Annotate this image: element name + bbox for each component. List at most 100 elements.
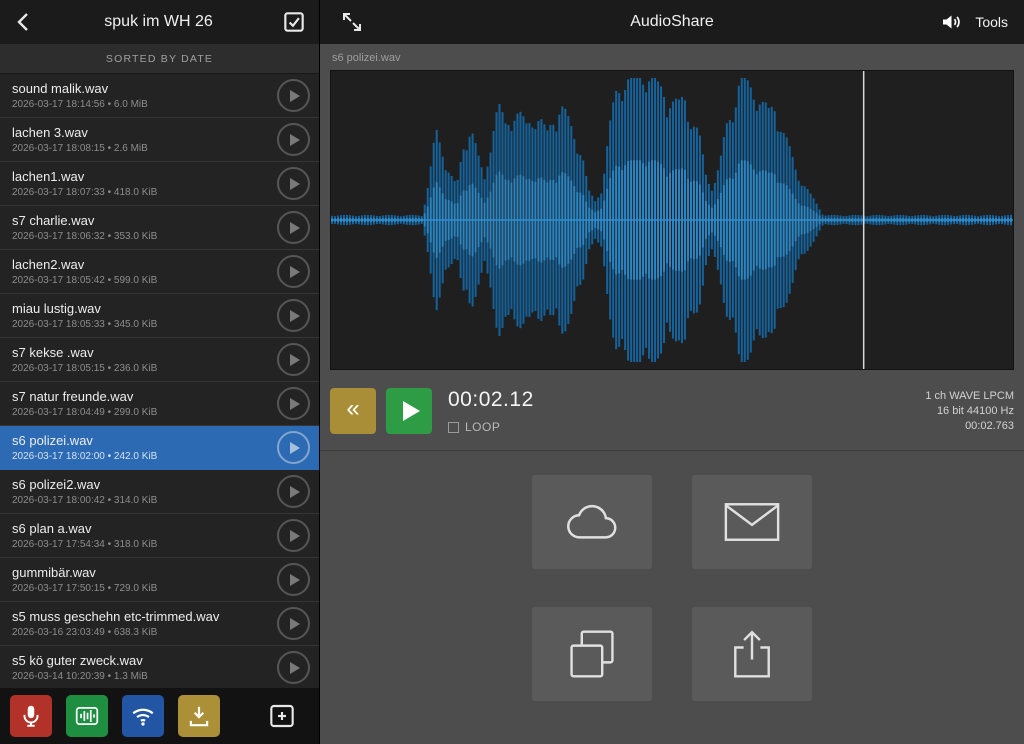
tools-button[interactable]: Tools xyxy=(975,14,1008,30)
file-row[interactable]: s7 natur freunde.wav 2026-03-17 18:04:49 … xyxy=(0,382,319,426)
file-row[interactable]: s6 plan a.wav 2026-03-17 17:54:34 • 318.0… xyxy=(0,514,319,558)
file-row[interactable]: s5 muss geschehn etc-trimmed.wav2026-03-… xyxy=(0,602,319,646)
file-texts: lachen1.wav2026-03-17 18:07:33 • 418.0 K… xyxy=(12,169,277,198)
file-texts: gummibär.wav2026-03-17 17:50:15 • 729.0 … xyxy=(12,565,277,594)
new-folder-button[interactable] xyxy=(261,695,303,737)
file-row[interactable]: s7 kekse .wav2026-03-17 18:05:15 • 236.0… xyxy=(0,338,319,382)
back-button[interactable] xyxy=(12,10,36,34)
file-meta: 2026-03-17 18:05:33 • 345.0 KiB xyxy=(12,319,277,330)
play-icon xyxy=(290,398,300,410)
file-row[interactable]: lachen2.wav2026-03-17 18:05:42 • 599.0 K… xyxy=(0,250,319,294)
envelope-icon xyxy=(724,502,780,542)
file-texts: s6 polizei2.wav2026-03-17 18:00:42 • 314… xyxy=(12,477,277,506)
file-row[interactable]: lachen1.wav2026-03-17 18:07:33 • 418.0 K… xyxy=(0,162,319,206)
file-meta: 2026-03-14 10:20:39 • 1.3 MiB xyxy=(12,671,277,682)
file-row[interactable]: lachen 3.wav 2026-03-17 18:08:15 • 2.6 Mi… xyxy=(0,118,319,162)
row-play-button[interactable] xyxy=(277,343,310,376)
file-meta: 2026-03-17 18:00:42 • 314.0 KiB xyxy=(12,495,277,506)
file-row[interactable]: s6 polizei.wav2026-03-17 18:02:00 • 242.… xyxy=(0,426,319,470)
row-play-button[interactable] xyxy=(277,651,310,684)
rewind-button[interactable]: « xyxy=(330,388,376,434)
current-filename: s6 polizei.wav xyxy=(332,52,1014,64)
share-export-button[interactable] xyxy=(692,607,812,701)
file-meta: 2026-03-17 17:54:34 • 318.0 KiB xyxy=(12,539,277,550)
row-play-button[interactable] xyxy=(277,211,310,244)
sidebar: spuk im WH 26 SORTED BY DATE sound malik… xyxy=(0,0,320,744)
share-copy-button[interactable] xyxy=(532,607,652,701)
file-name: s6 plan a.wav xyxy=(12,521,277,536)
play-icon xyxy=(290,178,300,190)
row-play-button[interactable] xyxy=(277,607,310,640)
sort-label: SORTED BY DATE xyxy=(106,53,213,65)
fullscreen-button[interactable] xyxy=(340,10,364,34)
file-name: sound malik.wav xyxy=(12,81,277,96)
waveform-display[interactable] xyxy=(330,70,1014,370)
file-name: s6 polizei.wav xyxy=(12,433,277,448)
row-play-button[interactable] xyxy=(277,123,310,156)
file-meta: 2026-03-17 18:08:15 • 2.6 MiB xyxy=(12,143,277,154)
header-right-group: Tools xyxy=(939,0,1008,44)
file-row[interactable]: gummibär.wav2026-03-17 17:50:15 • 729.0 … xyxy=(0,558,319,602)
file-texts: s5 kö guter zweck.wav2026-03-14 10:20:39… xyxy=(12,653,277,682)
play-icon xyxy=(403,401,420,421)
row-play-button[interactable] xyxy=(277,563,310,596)
playhead xyxy=(863,71,864,369)
row-play-button[interactable] xyxy=(277,431,310,464)
transport-bar: « 00:02.12 LOOP 1 ch WAVE LPCM 16 bit 44… xyxy=(330,388,1014,434)
format-channels: 1 ch WAVE LPCM xyxy=(925,389,1014,404)
loop-checkbox[interactable]: LOOP xyxy=(448,420,534,434)
file-texts: s6 plan a.wav 2026-03-17 17:54:34 • 318.0… xyxy=(12,521,277,550)
file-row[interactable]: s7 charlie.wav2026-03-17 18:06:32 • 353.… xyxy=(0,206,319,250)
row-play-button[interactable] xyxy=(277,519,310,552)
cloud-icon xyxy=(561,499,623,545)
waveform-svg xyxy=(331,71,1013,369)
file-list: sound malik.wav 2026-03-17 18:14:56 • 6.0… xyxy=(0,74,319,688)
record-button[interactable] xyxy=(10,695,52,737)
file-name: lachen 3.wav xyxy=(12,125,277,140)
row-play-button[interactable] xyxy=(277,255,310,288)
file-name: s7 charlie.wav xyxy=(12,213,277,228)
play-icon xyxy=(290,486,300,498)
download-button[interactable] xyxy=(178,695,220,737)
file-row[interactable]: sound malik.wav 2026-03-17 18:14:56 • 6.0… xyxy=(0,74,319,118)
row-play-button[interactable] xyxy=(277,387,310,420)
row-play-button[interactable] xyxy=(277,79,310,112)
share-email-button[interactable] xyxy=(692,475,812,569)
section-divider xyxy=(320,450,1024,451)
file-row[interactable]: miau lustig.wav 2026-03-17 18:05:33 • 345… xyxy=(0,294,319,338)
current-time: 00:02.12 xyxy=(448,388,534,412)
row-play-button[interactable] xyxy=(277,299,310,332)
file-texts: lachen2.wav2026-03-17 18:05:42 • 599.0 K… xyxy=(12,257,277,286)
play-icon xyxy=(290,134,300,146)
loop-label: LOOP xyxy=(465,420,500,434)
volume-button[interactable] xyxy=(939,10,963,34)
format-bitrate: 16 bit 44100 Hz xyxy=(925,404,1014,419)
file-name: s7 natur freunde.wav xyxy=(12,389,277,404)
row-play-button[interactable] xyxy=(277,167,310,200)
select-files-button[interactable] xyxy=(281,9,307,35)
file-texts: lachen 3.wav 2026-03-17 18:08:15 • 2.6 Mi… xyxy=(12,125,277,154)
file-row[interactable]: s6 polizei2.wav2026-03-17 18:00:42 • 314… xyxy=(0,470,319,514)
download-icon xyxy=(186,703,212,729)
play-icon xyxy=(290,574,300,586)
play-icon xyxy=(290,618,300,630)
file-row[interactable]: s5 kö guter zweck.wav2026-03-14 10:20:39… xyxy=(0,646,319,688)
file-meta: 2026-03-16 23:03:49 • 638.3 KiB xyxy=(12,627,277,638)
import-audio-button[interactable] xyxy=(66,695,108,737)
chevron-left-icon xyxy=(12,10,36,34)
play-button[interactable] xyxy=(386,388,432,434)
file-meta: 2026-03-17 18:14:56 • 6.0 MiB xyxy=(12,99,277,110)
wifi-transfer-button[interactable] xyxy=(122,695,164,737)
share-cloud-button[interactable] xyxy=(532,475,652,569)
file-name: miau lustig.wav xyxy=(12,301,277,316)
checkbox-check-icon xyxy=(281,9,307,35)
app-title: AudioShare xyxy=(630,13,714,31)
row-play-button[interactable] xyxy=(277,475,310,508)
file-meta: 2026-03-17 18:04:49 • 299.0 KiB xyxy=(12,407,277,418)
sort-bar[interactable]: SORTED BY DATE xyxy=(0,44,319,74)
main-header: AudioShare Tools xyxy=(320,0,1024,44)
sidebar-header: spuk im WH 26 xyxy=(0,0,319,44)
file-name: lachen1.wav xyxy=(12,169,277,184)
file-name: gummibär.wav xyxy=(12,565,277,580)
file-name: s7 kekse .wav xyxy=(12,345,277,360)
